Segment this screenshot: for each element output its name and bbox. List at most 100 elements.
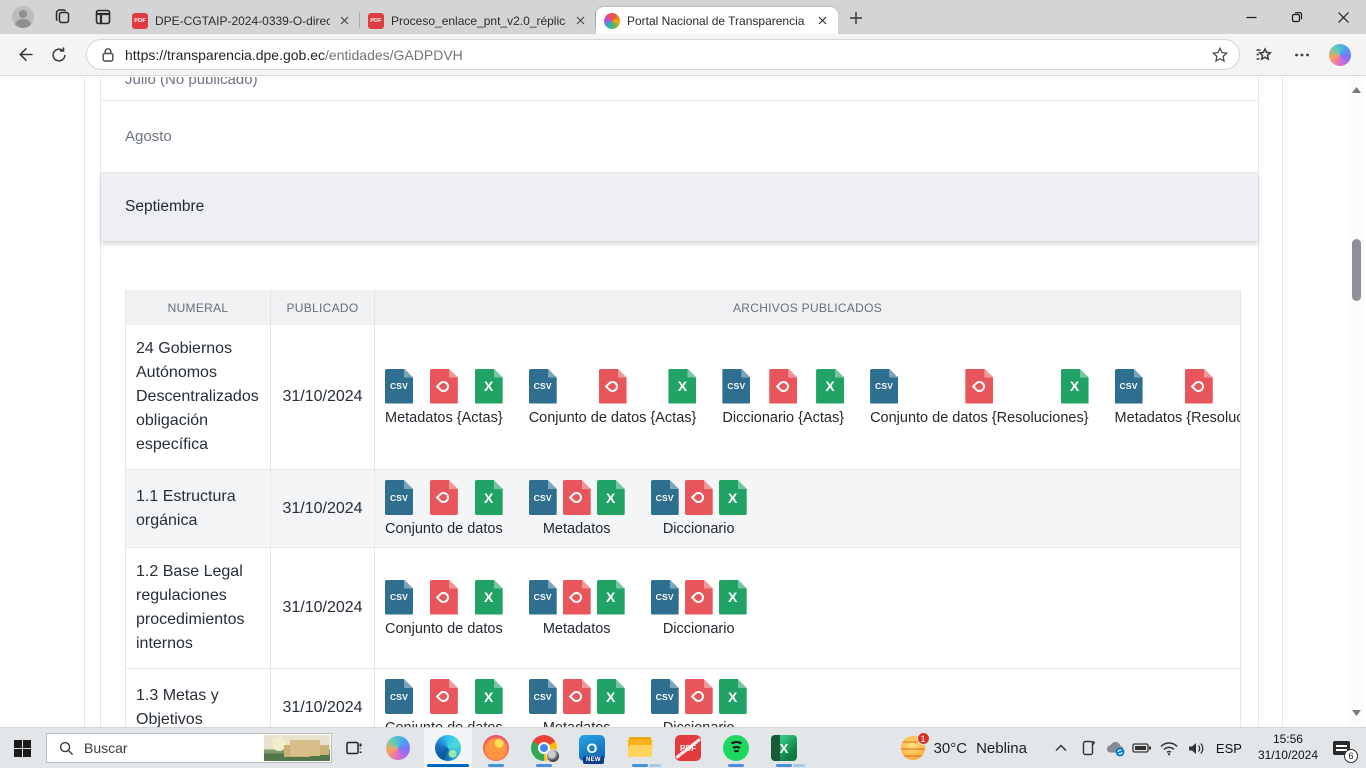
minimize-button[interactable] xyxy=(1228,0,1274,34)
xlsx-file-icon[interactable]: X xyxy=(668,369,696,404)
csv-file-icon[interactable]: CSV xyxy=(385,369,413,404)
accordion-section-agosto[interactable]: Agosto xyxy=(101,101,1258,173)
pdf-file-icon[interactable] xyxy=(563,679,591,714)
csv-file-icon[interactable]: CSV xyxy=(529,480,557,515)
csv-file-icon[interactable]: CSV xyxy=(651,679,679,714)
scroll-up-icon[interactable] xyxy=(1349,82,1364,97)
xlsx-file-icon[interactable]: X xyxy=(475,480,503,515)
file-group[interactable]: CSVXMetadatos {Resoluciones} xyxy=(1115,369,1240,426)
phone-link-icon[interactable] xyxy=(1076,733,1100,763)
pdf-file-icon[interactable] xyxy=(965,369,993,404)
pdf-file-icon[interactable] xyxy=(563,480,591,515)
xlsx-file-icon[interactable]: X xyxy=(1061,369,1089,404)
file-group[interactable]: CSVXDiccionario {Actas} xyxy=(722,369,844,426)
scrollbar-thumb[interactable] xyxy=(1352,239,1361,301)
page-scrollbar[interactable] xyxy=(1349,78,1364,726)
pdf-file-icon[interactable] xyxy=(769,369,797,404)
copilot-button[interactable] xyxy=(1324,39,1356,71)
accordion-section-septiembre[interactable]: Septiembre xyxy=(101,173,1258,241)
tab-actions-menu-button[interactable] xyxy=(88,3,118,31)
xlsx-file-icon[interactable]: X xyxy=(719,580,747,615)
notification-center-button[interactable]: 6 xyxy=(1326,733,1356,763)
language-indicator[interactable]: ESP xyxy=(1214,741,1244,756)
csv-file-icon[interactable]: CSV xyxy=(385,580,413,615)
xlsx-file-icon[interactable]: X xyxy=(597,679,625,714)
csv-file-icon[interactable]: CSV xyxy=(385,480,413,515)
xlsx-file-icon[interactable]: X xyxy=(597,480,625,515)
favorites-hub-button[interactable] xyxy=(1248,39,1280,71)
bookmark-star-icon[interactable] xyxy=(1211,46,1229,64)
browser-tab-pdf-2[interactable]: PDF Proceso_enlace_pnt_v2.0_réplica_ xyxy=(360,7,596,34)
pdf-file-icon[interactable] xyxy=(430,480,458,515)
csv-file-icon[interactable]: CSV xyxy=(651,480,679,515)
wifi-icon[interactable] xyxy=(1157,733,1181,763)
battery-icon[interactable] xyxy=(1130,733,1154,763)
pdf-file-icon[interactable] xyxy=(599,369,627,404)
accordion-section-julio[interactable]: Julio (No publicado) xyxy=(101,77,1258,101)
xlsx-file-icon[interactable]: X xyxy=(597,580,625,615)
pdf-file-icon[interactable] xyxy=(1185,369,1213,404)
pdf-file-icon[interactable] xyxy=(430,679,458,714)
weather-widget[interactable]: 1 30°C Neblina xyxy=(901,736,1027,760)
file-group[interactable]: CSVXMetadatos {Actas} xyxy=(385,369,503,426)
pdf-file-icon[interactable] xyxy=(430,369,458,404)
file-group[interactable]: CSVXDiccionario xyxy=(651,480,747,537)
pdf-file-icon[interactable] xyxy=(685,580,713,615)
restore-button[interactable] xyxy=(1274,0,1320,34)
tab-close-icon[interactable] xyxy=(572,13,588,29)
file-group[interactable]: CSVXDiccionario xyxy=(651,679,747,727)
xlsx-file-icon[interactable]: X xyxy=(475,679,503,714)
csv-file-icon[interactable]: CSV xyxy=(385,679,413,714)
browser-tab-pdf-1[interactable]: PDF DPE-CGTAIP-2024-0339-O-directri xyxy=(124,7,360,34)
profile-button[interactable] xyxy=(8,3,38,31)
close-window-button[interactable] xyxy=(1320,0,1366,34)
taskbar-clock[interactable]: 15:56 31/10/2024 xyxy=(1258,732,1318,763)
file-group[interactable]: CSVXConjunto de datos xyxy=(385,580,503,637)
csv-file-icon[interactable]: CSV xyxy=(529,369,557,404)
taskbar-app-spotify[interactable] xyxy=(712,728,760,768)
task-view-button[interactable] xyxy=(332,728,376,768)
taskbar-app-edge[interactable] xyxy=(424,728,472,768)
taskbar-app-chrome[interactable] xyxy=(520,728,568,768)
refresh-button[interactable] xyxy=(42,38,76,72)
address-bar[interactable]: https://transparencia.dpe.gob.ec/entidad… xyxy=(86,39,1240,70)
csv-file-icon[interactable]: CSV xyxy=(870,369,898,404)
file-group[interactable]: CSVXMetadatos xyxy=(529,480,625,537)
file-group[interactable]: CSVXMetadatos xyxy=(529,580,625,637)
csv-file-icon[interactable]: CSV xyxy=(529,580,557,615)
taskbar-app-outlook[interactable]: ONEW xyxy=(568,728,616,768)
start-button[interactable] xyxy=(0,728,44,768)
taskbar-app-excel[interactable]: X xyxy=(760,728,808,768)
workspaces-button[interactable] xyxy=(48,3,78,31)
file-group[interactable]: CSVXDiccionario xyxy=(651,580,747,637)
taskbar-search-box[interactable]: Buscar xyxy=(46,733,332,763)
file-group[interactable]: CSVXConjunto de datos xyxy=(385,679,503,727)
search-highlight-image[interactable] xyxy=(264,735,330,761)
file-group[interactable]: CSVXConjunto de datos xyxy=(385,480,503,537)
csv-file-icon[interactable]: CSV xyxy=(722,369,750,404)
file-group[interactable]: CSVXConjunto de datos {Actas} xyxy=(529,369,697,426)
xlsx-file-icon[interactable]: X xyxy=(816,369,844,404)
back-button[interactable] xyxy=(8,38,42,72)
csv-file-icon[interactable]: CSV xyxy=(529,679,557,714)
pdf-file-icon[interactable] xyxy=(563,580,591,615)
taskbar-app-firefox[interactable] xyxy=(472,728,520,768)
onedrive-icon[interactable] xyxy=(1103,733,1127,763)
scroll-down-icon[interactable] xyxy=(1349,705,1364,720)
settings-more-button[interactable] xyxy=(1286,39,1318,71)
taskbar-app-pdf-reader[interactable]: PDF xyxy=(664,728,712,768)
csv-file-icon[interactable]: CSV xyxy=(1115,369,1143,404)
pdf-file-icon[interactable] xyxy=(685,679,713,714)
file-group[interactable]: CSVXConjunto de datos {Resoluciones} xyxy=(870,369,1088,426)
xlsx-file-icon[interactable]: X xyxy=(719,679,747,714)
taskbar-app-file-explorer[interactable] xyxy=(616,728,664,768)
tray-chevron-up[interactable] xyxy=(1049,733,1073,763)
xlsx-file-icon[interactable]: X xyxy=(475,369,503,404)
file-group[interactable]: CSVXMetadatos xyxy=(529,679,625,727)
new-tab-button[interactable] xyxy=(842,4,870,32)
xlsx-file-icon[interactable]: X xyxy=(719,480,747,515)
browser-tab-active[interactable]: Portal Nacional de Transparencia xyxy=(596,7,838,34)
lock-icon[interactable] xyxy=(101,47,115,63)
pdf-file-icon[interactable] xyxy=(685,480,713,515)
csv-file-icon[interactable]: CSV xyxy=(651,580,679,615)
